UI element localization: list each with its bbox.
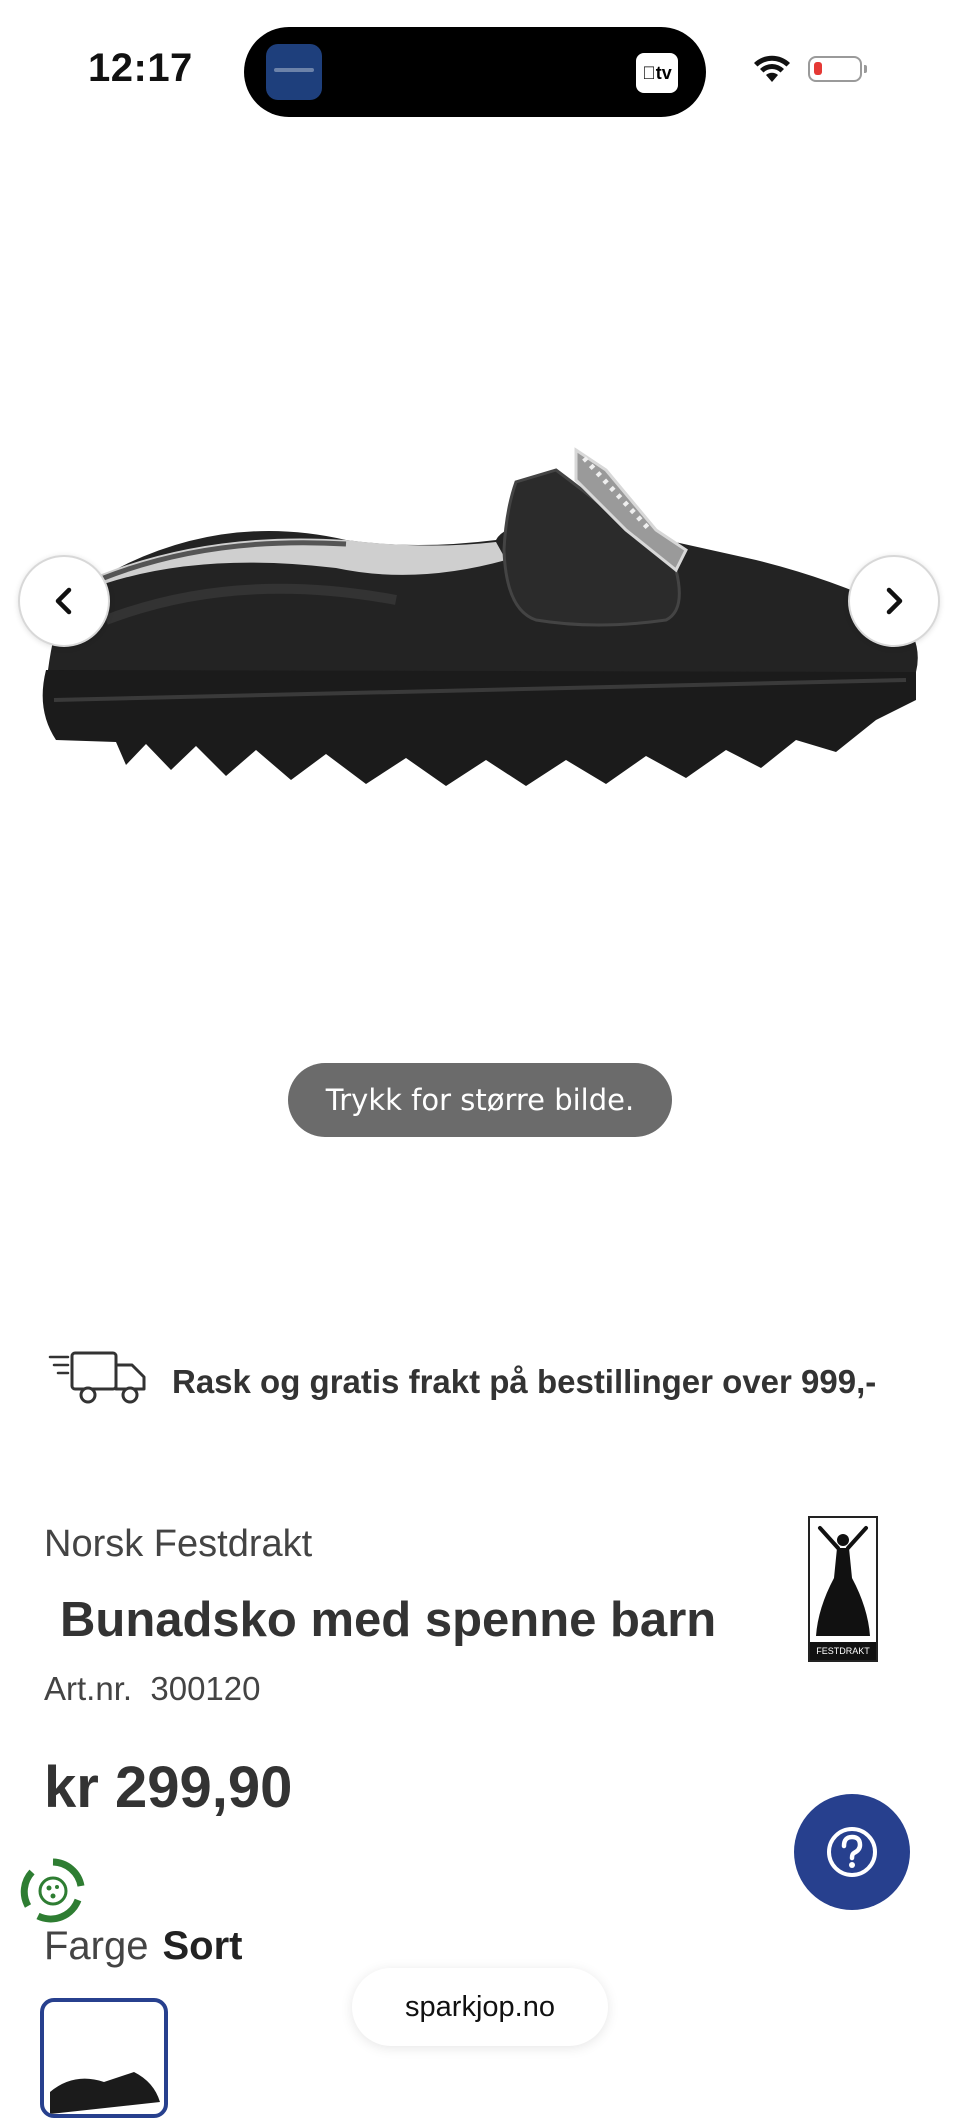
delivery-truck-icon — [48, 1351, 146, 1404]
article-number-label: Art.nr. — [44, 1670, 133, 1707]
article-number: Art.nr. 300120 — [44, 1670, 261, 1708]
article-number-value: 300120 — [150, 1670, 261, 1707]
color-swatch-selected[interactable] — [40, 1998, 168, 2118]
help-button[interactable] — [794, 1794, 910, 1910]
zoom-hint[interactable]: Trykk for større bilde. — [288, 1063, 672, 1137]
status-time: 12:17 — [88, 46, 193, 90]
wifi-icon — [754, 55, 790, 82]
dress-figure-icon — [816, 1526, 870, 1636]
next-image-button[interactable] — [848, 555, 940, 647]
apple-tv-icon: tv — [636, 53, 678, 93]
product-brand[interactable]: Norsk Festdrakt — [44, 1523, 312, 1566]
apple-logo-icon:  — [642, 63, 656, 84]
chevron-left-icon — [55, 587, 72, 615]
shipping-text: Rask og gratis frakt på bestillinger ove… — [172, 1363, 877, 1400]
dynamic-island: tv — [244, 27, 706, 117]
color-selector-label: Farge Sort — [44, 1924, 243, 1969]
app-thumbnail-icon — [266, 44, 322, 100]
question-mark-icon — [827, 1827, 877, 1877]
product-title: Bunadsko med spenne barn — [60, 1593, 717, 1647]
island-tv-label: tv — [648, 62, 672, 83]
previous-image-button[interactable] — [18, 555, 110, 647]
color-value: Sort — [162, 1924, 243, 1968]
swatch-shoe-thumbnail — [50, 2072, 160, 2114]
brand-logo-caption: FESTDRAKT — [810, 1642, 876, 1660]
browser-address-bar[interactable]: sparkjop.no — [352, 1968, 608, 2046]
brand-logo[interactable]: FESTDRAKT — [808, 1516, 878, 1662]
product-image-shoe[interactable] — [36, 410, 936, 810]
shipping-banner: Rask og gratis frakt på bestillinger ove… — [48, 1345, 928, 1415]
battery-icon — [808, 56, 867, 82]
color-label: Farge — [44, 1924, 149, 1968]
chevron-right-icon — [886, 587, 903, 615]
product-price: kr 299,90 — [44, 1755, 293, 1820]
recycle-badge-icon[interactable] — [18, 1856, 88, 1926]
